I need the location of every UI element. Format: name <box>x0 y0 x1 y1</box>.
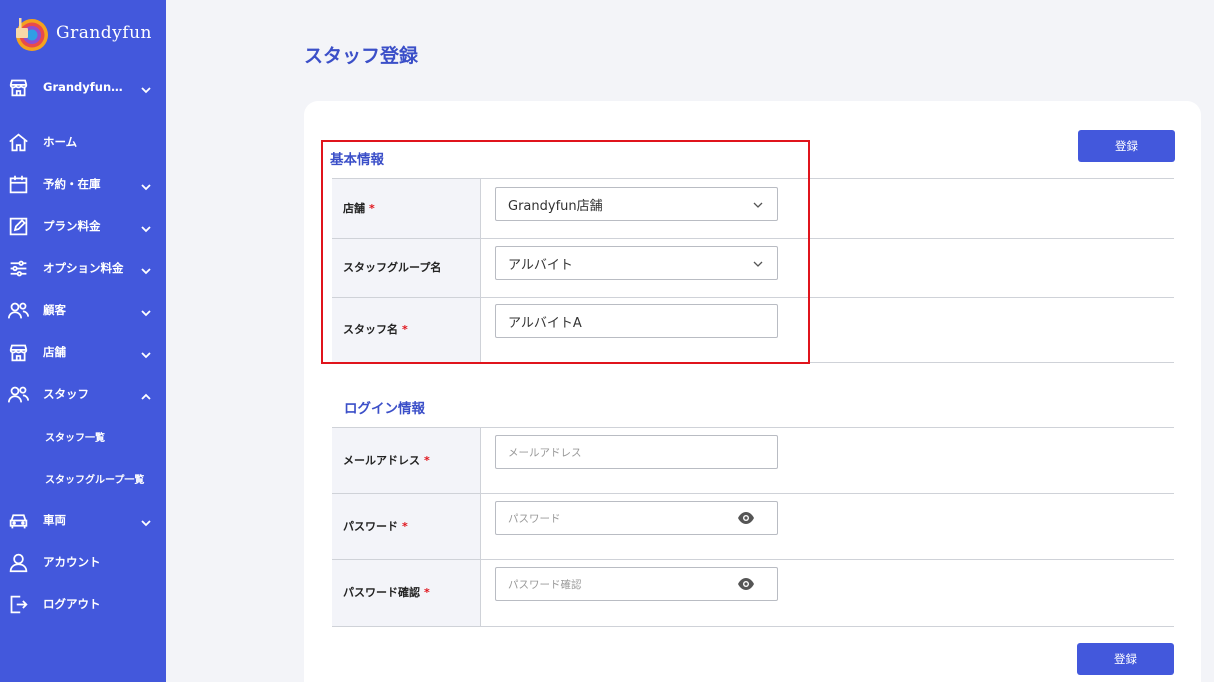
sidebar-item-label: アカウント <box>43 555 101 569</box>
logo-text: Grandyfun <box>56 23 152 43</box>
sidebar-item-option-price[interactable]: オプション料金 <box>0 253 166 283</box>
password-field[interactable]: パスワード <box>495 501 778 535</box>
required-mark: * <box>424 586 430 599</box>
eye-icon[interactable] <box>737 577 755 591</box>
chevron-down-icon <box>140 304 152 317</box>
sidebar: Grandyfun Grandyfun… ホーム 予約・在庫 プラン料金 オプシ… <box>0 0 166 682</box>
password-confirm-placeholder: パスワード確認 <box>508 578 582 591</box>
chevron-down-icon <box>140 346 152 359</box>
required-mark: * <box>402 520 408 533</box>
password-confirm-label: パスワード確認 * <box>343 586 430 599</box>
sidebar-item-label: 店舗 <box>43 345 66 359</box>
chevron-down-icon <box>140 220 152 233</box>
sidebar-item-label: ホーム <box>43 135 78 149</box>
password-placeholder: パスワード <box>508 512 561 525</box>
divider <box>332 559 1174 560</box>
email-label: メールアドレス * <box>343 454 430 467</box>
chevron-down-icon <box>140 178 152 191</box>
sidebar-item-vehicle[interactable]: 車両 <box>0 505 166 535</box>
highlight-box <box>321 140 810 364</box>
register-button-top[interactable]: 登録 <box>1078 130 1175 162</box>
page-title: スタッフ登録 <box>304 45 419 67</box>
eye-icon[interactable] <box>737 511 755 525</box>
sidebar-item-plan-price[interactable]: プラン料金 <box>0 211 166 241</box>
login-info-title: ログイン情報 <box>344 401 425 417</box>
sidebar-item-label: プラン料金 <box>43 219 101 233</box>
sidebar-subitem-staff-list[interactable]: スタッフ一覧 <box>0 421 166 451</box>
password-label: パスワード * <box>343 520 408 533</box>
home-icon <box>7 131 29 153</box>
sidebar-subitem-staff-group-list[interactable]: スタッフグループ一覧 <box>0 463 166 493</box>
divider <box>332 626 1174 627</box>
sidebar-item-label: オプション料金 <box>43 261 124 275</box>
car-icon <box>7 509 29 531</box>
sidebar-item-label: ログアウト <box>43 597 101 611</box>
rainbow-logo-icon <box>12 14 50 52</box>
app-logo[interactable]: Grandyfun <box>12 14 152 52</box>
sidebar-subitem-label: スタッフグループ一覧 <box>45 474 145 486</box>
sliders-icon <box>7 257 29 279</box>
sidebar-item-account[interactable]: アカウント <box>0 547 166 577</box>
sidebar-item-logout[interactable]: ログアウト <box>0 589 166 619</box>
sidebar-item-staff[interactable]: スタッフ <box>0 379 166 409</box>
email-placeholder: メールアドレス <box>508 446 582 459</box>
password-confirm-field[interactable]: パスワード確認 <box>495 567 778 601</box>
sidebar-subitem-label: スタッフ一覧 <box>45 432 105 444</box>
register-button-bottom[interactable]: 登録 <box>1077 643 1174 675</box>
sidebar-item-customer[interactable]: 顧客 <box>0 295 166 325</box>
required-mark: * <box>424 454 430 467</box>
edit-icon <box>7 215 29 237</box>
sidebar-item-label: スタッフ <box>43 387 89 401</box>
divider <box>332 427 1174 428</box>
store-selector-label: Grandyfun… <box>43 80 123 94</box>
sidebar-item-home[interactable]: ホーム <box>0 127 166 157</box>
chevron-down-icon <box>140 514 152 527</box>
sidebar-item-label: 顧客 <box>43 303 66 317</box>
sidebar-item-label: 予約・在庫 <box>43 177 101 191</box>
logout-icon <box>7 593 29 615</box>
chevron-down-icon <box>140 262 152 275</box>
store-selector[interactable]: Grandyfun… <box>0 72 166 102</box>
chevron-up-icon <box>140 388 152 400</box>
divider <box>332 493 1174 494</box>
sidebar-item-store[interactable]: 店舗 <box>0 337 166 367</box>
users-icon <box>7 299 29 321</box>
calendar-icon <box>7 173 29 195</box>
store-icon <box>7 341 29 363</box>
user-icon <box>7 551 29 573</box>
store-icon <box>7 76 29 98</box>
email-field[interactable]: メールアドレス <box>495 435 778 469</box>
sidebar-item-label: 車両 <box>43 513 66 527</box>
sidebar-item-reservation[interactable]: 予約・在庫 <box>0 169 166 199</box>
users-icon <box>7 383 29 405</box>
chevron-down-icon <box>140 81 152 94</box>
